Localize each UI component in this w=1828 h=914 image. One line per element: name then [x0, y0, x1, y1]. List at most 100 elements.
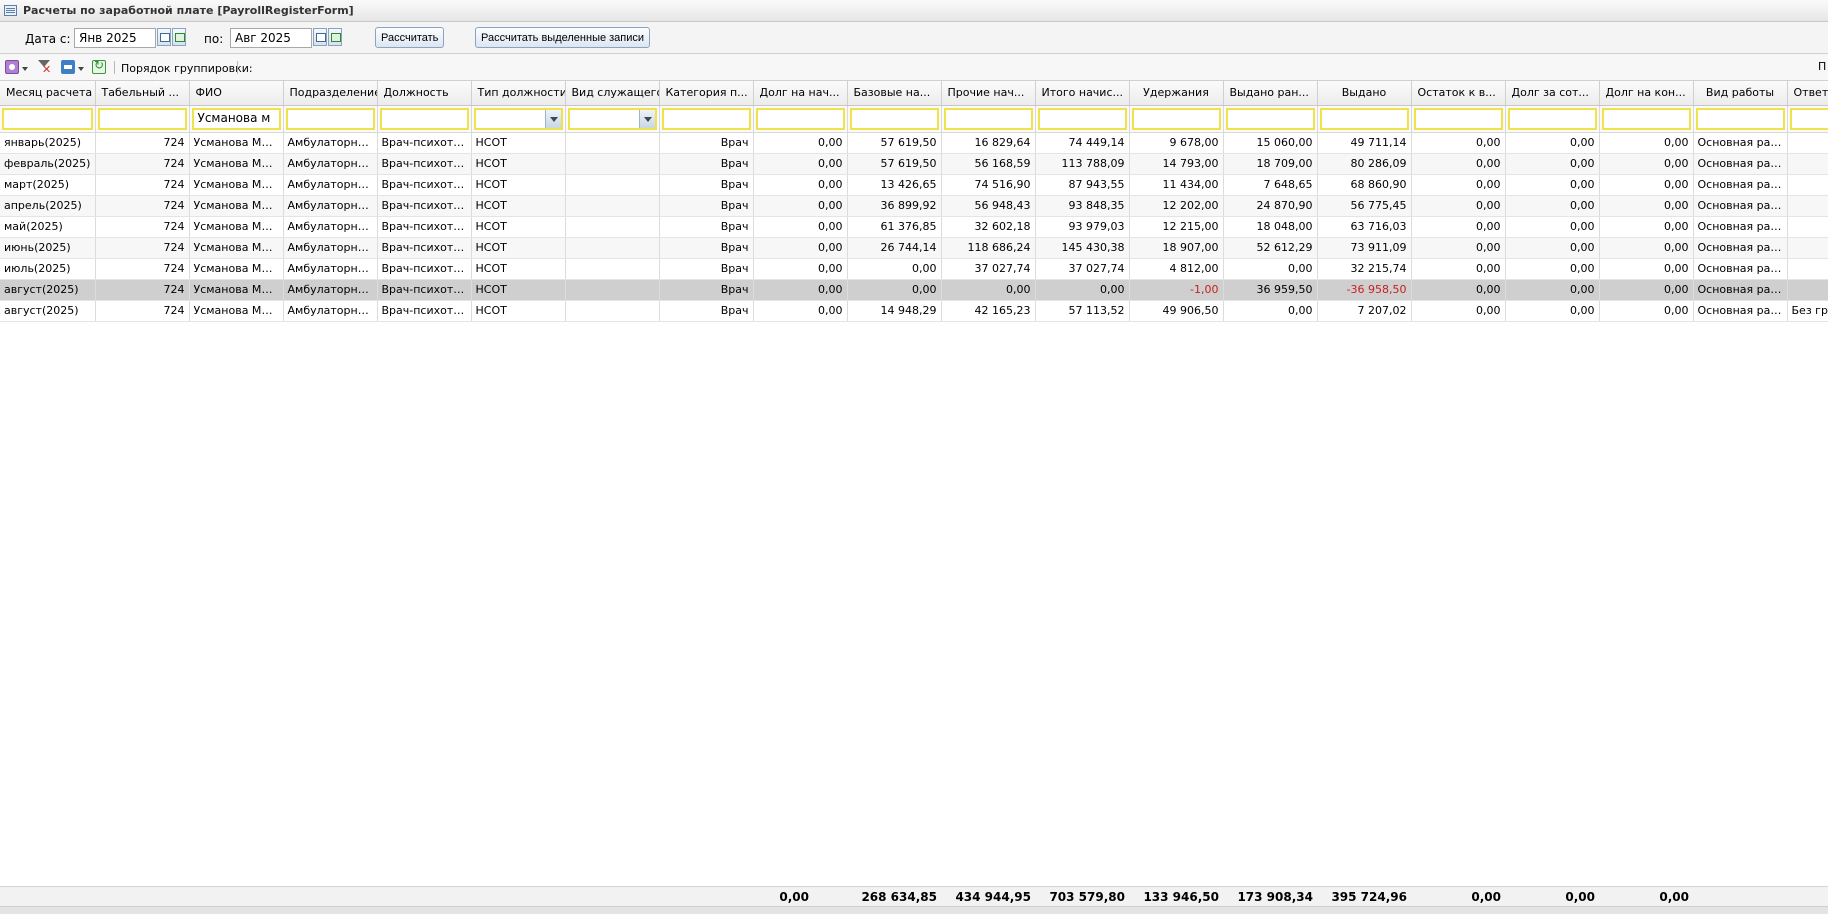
- table-cell: 0,00: [1223, 258, 1318, 280]
- table-cell: 93 848,35: [1035, 195, 1130, 217]
- filter-paid-earlier-input[interactable]: [1225, 107, 1315, 130]
- table-cell: 11 434,00: [1129, 174, 1224, 196]
- filter-balance-input[interactable]: [1413, 107, 1503, 130]
- column-header[interactable]: Выдано: [1317, 81, 1412, 106]
- table-cell: Амбулаторное...: [283, 132, 378, 154]
- column-header[interactable]: Долг на кон...: [1599, 81, 1694, 106]
- table-cell: Амбулаторное...: [283, 153, 378, 175]
- chevron-down-icon[interactable]: [544, 109, 561, 128]
- table-row[interactable]: июнь(2025) 724 Усманова Мар... Амбулаторное…: [0, 237, 1828, 259]
- table-cell: Врач: [659, 132, 754, 154]
- column-header[interactable]: Категория п...: [659, 81, 754, 106]
- column-header[interactable]: Вид служащего: [565, 81, 660, 106]
- filter-base-accruals-input[interactable]: [849, 107, 939, 130]
- calculate-button[interactable]: Рассчитать: [375, 27, 445, 48]
- column-header[interactable]: Ответс: [1787, 81, 1828, 106]
- table-cell: 36 899,92: [847, 195, 942, 217]
- table-row[interactable]: февраль(2025) 724 Усманова Мар... Амбулатор…: [0, 153, 1828, 175]
- filter-fio-input[interactable]: Усманова м: [191, 107, 281, 130]
- date-to-calendar-icon[interactable]: [313, 28, 327, 46]
- filter-employee-debt-input[interactable]: [1507, 107, 1597, 130]
- table-cell: 18 709,00: [1223, 153, 1318, 175]
- filter-responsible-input[interactable]: [1789, 107, 1828, 130]
- column-header[interactable]: Долг на нач...: [753, 81, 848, 106]
- column-header[interactable]: Удержания: [1129, 81, 1224, 106]
- table-cell: 0,00: [1505, 258, 1600, 280]
- table-cell: 0,00: [1599, 153, 1694, 175]
- filter-other-accruals-input[interactable]: [943, 107, 1033, 130]
- table-cell: 14 948,29: [847, 300, 942, 322]
- date-from-calendar-icon[interactable]: [157, 28, 171, 46]
- table-row[interactable]: июль(2025) 724 Усманова Мар... Амбулаторное…: [0, 258, 1828, 280]
- table-cell: Усманова Мар...: [189, 258, 284, 280]
- date-to-input[interactable]: Авг 2025: [230, 28, 312, 48]
- chevron-down-icon[interactable]: [22, 67, 28, 71]
- filter-paid-input[interactable]: [1319, 107, 1409, 130]
- filter-tabnum-input[interactable]: [97, 107, 187, 130]
- column-header[interactable]: Долг за сот...: [1505, 81, 1600, 106]
- table-cell: 0,00: [1599, 300, 1694, 322]
- column-header[interactable]: Выдано ран...: [1223, 81, 1318, 106]
- totals-row: 0,00 268 634,85 434 944,95 703 579,80 13…: [0, 886, 1828, 906]
- clear-filter-icon[interactable]: [38, 60, 51, 76]
- filter-deductions-input[interactable]: [1131, 107, 1221, 130]
- date-from-input[interactable]: Янв 2025: [74, 28, 156, 48]
- table-cell: 0,00: [1505, 216, 1600, 238]
- column-header[interactable]: Должность: [377, 81, 472, 106]
- total-debt-end: 0,00: [1659, 890, 1689, 904]
- table-cell: 26 744,14: [847, 237, 942, 259]
- date-from-clear-icon[interactable]: [172, 28, 186, 46]
- horizontal-scrollbar[interactable]: [0, 906, 1828, 914]
- table-row[interactable]: январь(2025) 724 Усманова Мар... Амбулаторн…: [0, 132, 1828, 154]
- table-row[interactable]: август(2025) 724 Усманова Мар... Амбулаторн…: [0, 300, 1828, 322]
- date-to-label: по:: [204, 32, 224, 46]
- filter-employee-kind-select[interactable]: [567, 107, 657, 130]
- table-row[interactable]: август(2025) 724 Усманова Мар... Амбулаторн…: [0, 279, 1828, 301]
- table-row[interactable]: март(2025) 724 Усманова Мар... Амбулаторное…: [0, 174, 1828, 196]
- filter-work-type-input[interactable]: [1695, 107, 1785, 130]
- refresh-icon[interactable]: [92, 58, 106, 74]
- filter-month-input[interactable]: [2, 107, 93, 130]
- table-cell: 0,00: [1411, 258, 1506, 280]
- date-to-clear-icon[interactable]: [328, 28, 342, 46]
- chevron-down-icon[interactable]: [78, 67, 84, 71]
- table-cell: Амбулаторное...: [283, 216, 378, 238]
- table-row[interactable]: май(2025) 724 Усманова Мар... Амбулаторное.…: [0, 216, 1828, 238]
- filter-category-input[interactable]: [661, 107, 751, 130]
- chevron-down-icon[interactable]: [638, 109, 655, 128]
- filter-debt-end-input[interactable]: [1601, 107, 1691, 130]
- column-header[interactable]: Тип должности: [471, 81, 566, 106]
- column-header[interactable]: Базовые на...: [847, 81, 942, 106]
- table-cell: 12 202,00: [1129, 195, 1224, 217]
- column-header[interactable]: Прочие нач...: [941, 81, 1036, 106]
- table-row[interactable]: апрель(2025) 724 Усманова Мар... Амбулаторн…: [0, 195, 1828, 217]
- column-header[interactable]: Табельный ...: [95, 81, 190, 106]
- table-cell: 0,00: [941, 279, 1036, 301]
- column-header[interactable]: ФИО: [189, 81, 284, 106]
- filter-position-type-select[interactable]: [473, 107, 563, 130]
- table-cell: НСОТ: [471, 258, 566, 280]
- filter-department-input[interactable]: [285, 107, 375, 130]
- filter-total-accrued-input[interactable]: [1037, 107, 1127, 130]
- table-cell: 0,00: [753, 258, 848, 280]
- table-cell: 724: [95, 132, 190, 154]
- filter-position-input[interactable]: [379, 107, 469, 130]
- table-cell: 0,00: [1411, 195, 1506, 217]
- table-cell: 0,00: [1411, 153, 1506, 175]
- column-header[interactable]: Остаток к в...: [1411, 81, 1506, 106]
- table-cell: 0,00: [753, 300, 848, 322]
- calculate-selected-button[interactable]: Рассчитать выделенные записи: [475, 27, 651, 48]
- table-cell: Основная раб...: [1693, 279, 1788, 301]
- column-header[interactable]: Подразделение: [283, 81, 378, 106]
- table-cell: февраль(2025): [0, 153, 96, 175]
- table-cell: 68 860,90: [1317, 174, 1412, 196]
- column-header[interactable]: Вид работы: [1693, 81, 1788, 106]
- export-icon[interactable]: [61, 60, 75, 74]
- column-header[interactable]: Месяц расчета: [0, 81, 96, 106]
- table-cell: 0,00: [1599, 132, 1694, 154]
- table-cell: Без гру: [1787, 300, 1828, 322]
- filter-debt-start-input[interactable]: [755, 107, 845, 130]
- table-cell: апрель(2025): [0, 195, 96, 217]
- menu-icon[interactable]: [5, 60, 19, 74]
- column-header[interactable]: Итого начис...: [1035, 81, 1130, 106]
